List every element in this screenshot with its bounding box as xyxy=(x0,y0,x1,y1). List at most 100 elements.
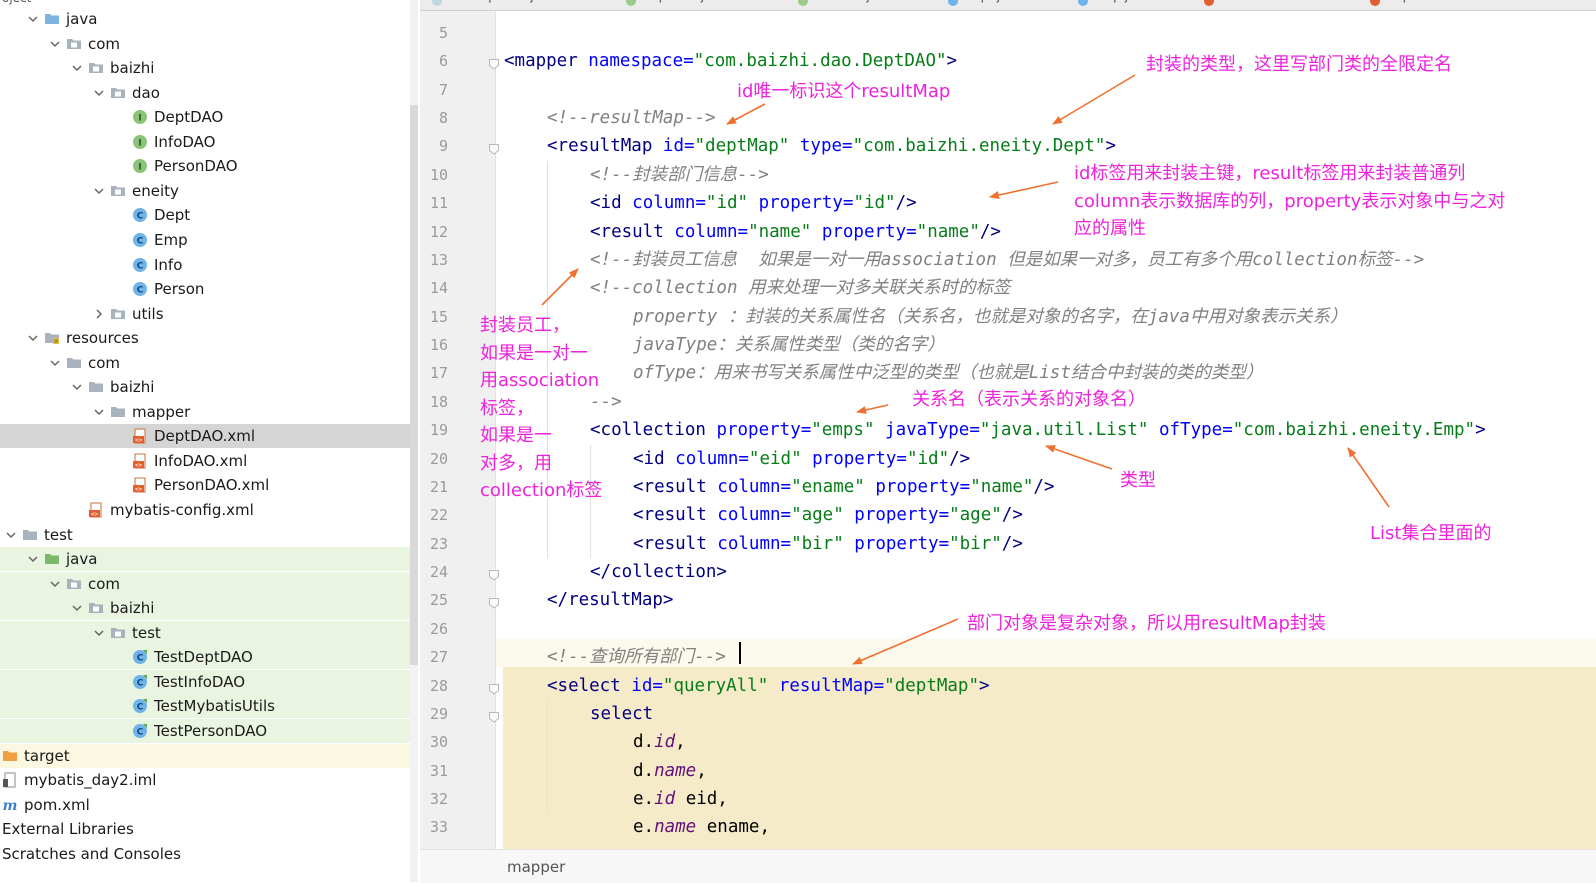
code-line[interactable]: <!--封装部门信息--> xyxy=(590,161,769,189)
tree-item-scratches-and-consoles[interactable]: Scratches and Consoles xyxy=(0,842,410,866)
fold-marker-icon[interactable] xyxy=(488,680,500,695)
tree-item-deptdao-xml[interactable]: <> DeptDAO.xml xyxy=(0,424,410,449)
code-line[interactable]: <!--封装员工信息 如果是一对一用association 但是如果一对多，员工… xyxy=(590,246,1424,274)
tree-item-external-libraries[interactable]: External Libraries xyxy=(0,817,410,841)
code-line[interactable]: d.id, xyxy=(633,728,686,756)
code-line[interactable]: <result column="name" property="name"/> xyxy=(590,218,1001,246)
code-line[interactable]: d.name, xyxy=(633,757,707,785)
chevron-right-icon[interactable] xyxy=(92,307,106,321)
chevron-down-icon[interactable] xyxy=(70,601,84,615)
editor-tab[interactable]: InfoDAO.java xyxy=(798,0,934,10)
code-line[interactable]: <mapper namespace="com.baizhi.dao.DeptDA… xyxy=(504,47,957,75)
code-line[interactable]: select xyxy=(590,700,653,728)
code-token: "ename" xyxy=(791,476,876,497)
tree-item-pom-xml[interactable]: m pom.xml xyxy=(0,793,410,817)
code-line[interactable]: <resultMap id="deptMap" type="com.baizhi… xyxy=(547,132,1116,160)
fold-marker-icon[interactable] xyxy=(488,708,500,723)
chevron-down-icon[interactable] xyxy=(26,331,40,345)
code-line[interactable]: <id column="eid" property="id"/> xyxy=(633,445,970,473)
tree-item-java[interactable]: java xyxy=(0,7,410,31)
chevron-down-icon[interactable] xyxy=(92,86,106,100)
chevron-down-icon[interactable] xyxy=(26,12,40,26)
editor-tab[interactable]: DeptDAO.java xyxy=(626,0,784,10)
code-token: <!--封装员工信息 如果是一对一用association 但是如果一对多，员工… xyxy=(590,249,1425,270)
tree-item-dept[interactable]: C Dept xyxy=(0,203,410,227)
line-number: 11 xyxy=(429,194,448,213)
tree-item-deptdao[interactable]: I DeptDAO xyxy=(0,105,410,129)
tree-item-target[interactable]: target xyxy=(0,743,410,768)
code-line[interactable]: <!--resultMap--> xyxy=(547,104,716,132)
chevron-down-icon[interactable] xyxy=(4,528,18,542)
tree-item-label: baizhi xyxy=(110,59,155,78)
tree-item-dao[interactable]: dao xyxy=(0,81,410,105)
tree-item-eneity[interactable]: eneity xyxy=(0,179,410,203)
fold-marker-icon[interactable] xyxy=(488,594,500,610)
tree-item-emp[interactable]: C Emp xyxy=(0,228,410,252)
tree-item-mapper[interactable]: mapper xyxy=(0,400,410,424)
tree-item-testpersondao[interactable]: C TestPersonDAO xyxy=(0,718,410,743)
test-class-icon: C xyxy=(132,649,148,665)
svg-text:C: C xyxy=(137,678,144,688)
code-line[interactable]: e.name ename, xyxy=(633,813,770,841)
tree-item-testinfodao[interactable]: C TestInfoDAO xyxy=(0,669,410,694)
chevron-down-icon[interactable] xyxy=(48,356,62,370)
code-line[interactable]: e.id eid, xyxy=(633,785,728,813)
code-line[interactable]: <!--查询所有部门--> xyxy=(547,643,726,671)
code-line[interactable]: </resultMap> xyxy=(547,586,673,614)
chevron-down-icon[interactable] xyxy=(48,577,62,591)
tree-item-infodao-xml[interactable]: <> InfoDAO.xml xyxy=(0,449,410,473)
tree-item-baizhi[interactable]: baizhi xyxy=(0,375,410,399)
editor-tab[interactable]: DeptDAO.xml xyxy=(1370,0,1520,10)
code-line[interactable]: <id column="id" property="id"/> xyxy=(590,189,917,217)
code-line[interactable]: <result column="ename" property="name"/> xyxy=(633,473,1054,501)
tree-item-testmybatisutils[interactable]: C TestMybatisUtils xyxy=(0,694,410,719)
tree-item-test[interactable]: test xyxy=(0,523,410,547)
tree-item-info[interactable]: C Info xyxy=(0,253,410,277)
folder-icon xyxy=(22,527,38,543)
editor-tab[interactable]: Dept.java xyxy=(948,0,1064,10)
editor-tab[interactable]: TestDeptDAO.java xyxy=(432,0,612,10)
editor-tab[interactable]: PersonDAO.xml xyxy=(1204,0,1356,10)
chevron-down-icon[interactable] xyxy=(48,37,62,51)
code-line[interactable]: ofType：用来书写关系属性中泛型的类型（也就是List结合中封装的类的类型） xyxy=(633,359,1263,387)
tree-item-testdeptdao[interactable]: C TestDeptDAO xyxy=(0,645,410,670)
status-bar: mapper xyxy=(420,849,1596,883)
breadcrumb[interactable]: mapper xyxy=(507,858,565,876)
tree-item-test[interactable]: test xyxy=(0,620,410,645)
tree-item-baizhi[interactable]: baizhi xyxy=(0,56,410,80)
tree-item-com[interactable]: com xyxy=(0,571,410,596)
code-line[interactable]: <!--collection 用来处理一对多关联关系时的标签 xyxy=(590,274,1011,302)
fold-marker-icon[interactable] xyxy=(488,140,500,156)
tree-item-mybatis-day2-iml[interactable]: mybatis_day2.iml xyxy=(0,768,410,792)
tree-item-persondao-xml[interactable]: <> PersonDAO.xml xyxy=(0,473,410,497)
code-token: "eid" xyxy=(748,448,813,469)
chevron-down-icon[interactable] xyxy=(70,380,84,394)
tree-item-utils[interactable]: utils xyxy=(0,302,410,326)
code-line[interactable]: <result column="bir" property="bir"/> xyxy=(633,530,1023,558)
chevron-down-icon[interactable] xyxy=(92,405,106,419)
fold-marker-icon[interactable] xyxy=(488,55,500,70)
tree-item-baizhi[interactable]: baizhi xyxy=(0,596,410,621)
tree-item-resources[interactable]: resources xyxy=(0,326,410,350)
tree-item-persondao[interactable]: I PersonDAO xyxy=(0,154,410,178)
chevron-down-icon[interactable] xyxy=(92,184,106,198)
chevron-down-icon[interactable] xyxy=(70,61,84,75)
tree-item-java[interactable]: java xyxy=(0,547,410,572)
code-line[interactable]: javaType：关系属性类型（类的名字） xyxy=(633,331,945,359)
editor-tab[interactable]: Emp.java xyxy=(1078,0,1190,10)
line-number: 9 xyxy=(438,137,448,156)
chevron-down-icon[interactable] xyxy=(92,626,106,640)
code-line[interactable]: <collection property="emps" javaType="ja… xyxy=(590,416,1486,444)
chevron-down-icon[interactable] xyxy=(26,552,40,566)
tree-item-mybatis-config-xml[interactable]: <> mybatis-config.xml xyxy=(0,498,410,522)
code-line[interactable]: </collection> xyxy=(590,558,727,586)
fold-marker-icon[interactable] xyxy=(488,566,500,581)
code-line[interactable]: <select id="queryAll" resultMap="deptMap… xyxy=(547,672,990,700)
code-line[interactable]: <result column="age" property="age"/> xyxy=(633,501,1023,529)
tree-item-com[interactable]: com xyxy=(0,351,410,375)
tree-item-person[interactable]: C Person xyxy=(0,277,410,301)
tree-scrollbar-thumb[interactable] xyxy=(410,105,418,665)
tree-item-infodao[interactable]: I InfoDAO xyxy=(0,130,410,154)
tree-item-com[interactable]: com xyxy=(0,32,410,56)
code-line[interactable]: property ：封装的关系属性名（关系名，也就是对象的名字，在java中用对… xyxy=(633,303,1347,331)
